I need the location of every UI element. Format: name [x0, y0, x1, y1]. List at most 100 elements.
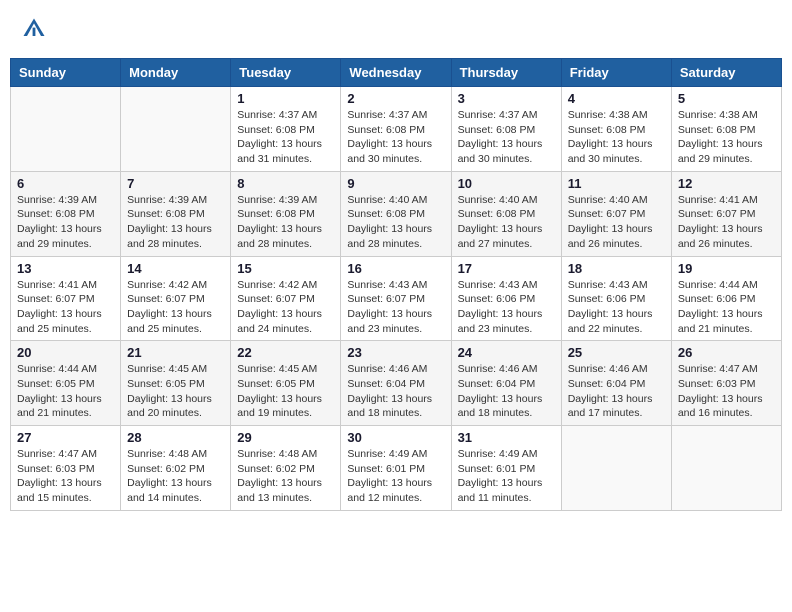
calendar-day: 9 Sunrise: 4:40 AM Sunset: 6:08 PM Daylig…: [341, 171, 451, 256]
day-info: Sunrise: 4:43 AM Sunset: 6:06 PM Dayligh…: [458, 278, 555, 337]
calendar-day: 25 Sunrise: 4:46 AM Sunset: 6:04 PM Dayli…: [561, 341, 671, 426]
day-info: Sunrise: 4:44 AM Sunset: 6:05 PM Dayligh…: [17, 362, 114, 421]
day-number: 26: [678, 345, 775, 360]
weekday-header-friday: Friday: [561, 59, 671, 87]
calendar-day: 22 Sunrise: 4:45 AM Sunset: 6:05 PM Dayli…: [231, 341, 341, 426]
weekday-header-row: SundayMondayTuesdayWednesdayThursdayFrid…: [11, 59, 782, 87]
day-number: 18: [568, 261, 665, 276]
day-info: Sunrise: 4:41 AM Sunset: 6:07 PM Dayligh…: [17, 278, 114, 337]
day-info: Sunrise: 4:49 AM Sunset: 6:01 PM Dayligh…: [458, 447, 555, 506]
day-info: Sunrise: 4:46 AM Sunset: 6:04 PM Dayligh…: [458, 362, 555, 421]
day-info: Sunrise: 4:47 AM Sunset: 6:03 PM Dayligh…: [17, 447, 114, 506]
day-info: Sunrise: 4:43 AM Sunset: 6:06 PM Dayligh…: [568, 278, 665, 337]
calendar-day: 11 Sunrise: 4:40 AM Sunset: 6:07 PM Dayli…: [561, 171, 671, 256]
day-number: 15: [237, 261, 334, 276]
day-number: 11: [568, 176, 665, 191]
weekday-header-monday: Monday: [121, 59, 231, 87]
calendar-day: 1 Sunrise: 4:37 AM Sunset: 6:08 PM Daylig…: [231, 87, 341, 172]
logo-icon: [20, 15, 48, 43]
day-info: Sunrise: 4:45 AM Sunset: 6:05 PM Dayligh…: [237, 362, 334, 421]
day-info: Sunrise: 4:39 AM Sunset: 6:08 PM Dayligh…: [127, 193, 224, 252]
day-info: Sunrise: 4:47 AM Sunset: 6:03 PM Dayligh…: [678, 362, 775, 421]
day-info: Sunrise: 4:40 AM Sunset: 6:07 PM Dayligh…: [568, 193, 665, 252]
calendar-day: 13 Sunrise: 4:41 AM Sunset: 6:07 PM Dayli…: [11, 256, 121, 341]
day-number: 28: [127, 430, 224, 445]
calendar-day: 18 Sunrise: 4:43 AM Sunset: 6:06 PM Dayli…: [561, 256, 671, 341]
calendar-day: 4Sunrise: 4:38 AM Sunset: 6:08 PM Daylig…: [561, 87, 671, 172]
calendar-day: 21 Sunrise: 4:45 AM Sunset: 6:05 PM Dayli…: [121, 341, 231, 426]
calendar-day: [671, 426, 781, 511]
calendar-day: 3Sunrise: 4:37 AM Sunset: 6:08 PM Daylig…: [451, 87, 561, 172]
day-number: 29: [237, 430, 334, 445]
day-number: 19: [678, 261, 775, 276]
calendar-week-3: 13 Sunrise: 4:41 AM Sunset: 6:07 PM Dayli…: [11, 256, 782, 341]
day-info: Sunrise: 4:42 AM Sunset: 6:07 PM Dayligh…: [127, 278, 224, 337]
day-number: 7: [127, 176, 224, 191]
day-info: Sunrise: 4:38 AM Sunset: 6:08 PM Dayligh…: [678, 108, 775, 167]
day-info: Sunrise: 4:48 AM Sunset: 6:02 PM Dayligh…: [127, 447, 224, 506]
calendar-day: 14 Sunrise: 4:42 AM Sunset: 6:07 PM Dayli…: [121, 256, 231, 341]
day-number: 8: [237, 176, 334, 191]
day-info: Sunrise: 4:40 AM Sunset: 6:08 PM Dayligh…: [458, 193, 555, 252]
weekday-header-sunday: Sunday: [11, 59, 121, 87]
calendar-day: 19Sunrise: 4:44 AM Sunset: 6:06 PM Dayli…: [671, 256, 781, 341]
day-info: Sunrise: 4:45 AM Sunset: 6:05 PM Dayligh…: [127, 362, 224, 421]
day-number: 25: [568, 345, 665, 360]
day-info: Sunrise: 4:49 AM Sunset: 6:01 PM Dayligh…: [347, 447, 444, 506]
day-number: 24: [458, 345, 555, 360]
day-number: 12: [678, 176, 775, 191]
calendar-day: 15 Sunrise: 4:42 AM Sunset: 6:07 PM Dayli…: [231, 256, 341, 341]
calendar-day: 28 Sunrise: 4:48 AM Sunset: 6:02 PM Dayli…: [121, 426, 231, 511]
calendar-day: [561, 426, 671, 511]
day-number: 31: [458, 430, 555, 445]
calendar-day: 26 Sunrise: 4:47 AM Sunset: 6:03 PM Dayli…: [671, 341, 781, 426]
day-number: 14: [127, 261, 224, 276]
calendar-day: 6 Sunrise: 4:39 AM Sunset: 6:08 PM Daylig…: [11, 171, 121, 256]
day-number: 13: [17, 261, 114, 276]
calendar-day: 30 Sunrise: 4:49 AM Sunset: 6:01 PM Dayli…: [341, 426, 451, 511]
calendar-day: 5 Sunrise: 4:38 AM Sunset: 6:08 PM Daylig…: [671, 87, 781, 172]
weekday-header-saturday: Saturday: [671, 59, 781, 87]
day-info: Sunrise: 4:42 AM Sunset: 6:07 PM Dayligh…: [237, 278, 334, 337]
logo: [20, 15, 53, 43]
calendar-day: 17Sunrise: 4:43 AM Sunset: 6:06 PM Dayli…: [451, 256, 561, 341]
calendar-day: 10 Sunrise: 4:40 AM Sunset: 6:08 PM Dayli…: [451, 171, 561, 256]
day-info: Sunrise: 4:43 AM Sunset: 6:07 PM Dayligh…: [347, 278, 444, 337]
day-info: Sunrise: 4:39 AM Sunset: 6:08 PM Dayligh…: [237, 193, 334, 252]
calendar-week-5: 27 Sunrise: 4:47 AM Sunset: 6:03 PM Dayli…: [11, 426, 782, 511]
weekday-header-tuesday: Tuesday: [231, 59, 341, 87]
calendar-week-1: 1 Sunrise: 4:37 AM Sunset: 6:08 PM Daylig…: [11, 87, 782, 172]
calendar-header: SundayMondayTuesdayWednesdayThursdayFrid…: [11, 59, 782, 87]
calendar-day: 29 Sunrise: 4:48 AM Sunset: 6:02 PM Dayli…: [231, 426, 341, 511]
day-number: 22: [237, 345, 334, 360]
calendar-day: 24 Sunrise: 4:46 AM Sunset: 6:04 PM Dayli…: [451, 341, 561, 426]
day-number: 1: [237, 91, 334, 106]
day-number: 21: [127, 345, 224, 360]
day-info: Sunrise: 4:41 AM Sunset: 6:07 PM Dayligh…: [678, 193, 775, 252]
day-number: 4: [568, 91, 665, 106]
day-number: 30: [347, 430, 444, 445]
day-info: Sunrise: 4:39 AM Sunset: 6:08 PM Dayligh…: [17, 193, 114, 252]
calendar-day: 8 Sunrise: 4:39 AM Sunset: 6:08 PM Daylig…: [231, 171, 341, 256]
day-number: 27: [17, 430, 114, 445]
day-info: Sunrise: 4:37 AM Sunset: 6:08 PM Dayligh…: [237, 108, 334, 167]
day-number: 9: [347, 176, 444, 191]
day-info: Sunrise: 4:40 AM Sunset: 6:08 PM Dayligh…: [347, 193, 444, 252]
calendar-day: 31 Sunrise: 4:49 AM Sunset: 6:01 PM Dayli…: [451, 426, 561, 511]
day-info: Sunrise: 4:46 AM Sunset: 6:04 PM Dayligh…: [568, 362, 665, 421]
day-number: 10: [458, 176, 555, 191]
day-number: 2: [347, 91, 444, 106]
weekday-header-wednesday: Wednesday: [341, 59, 451, 87]
calendar-day: 12 Sunrise: 4:41 AM Sunset: 6:07 PM Dayli…: [671, 171, 781, 256]
day-number: 16: [347, 261, 444, 276]
day-number: 5: [678, 91, 775, 106]
calendar-week-4: 20 Sunrise: 4:44 AM Sunset: 6:05 PM Dayli…: [11, 341, 782, 426]
day-number: 6: [17, 176, 114, 191]
day-number: 20: [17, 345, 114, 360]
day-info: Sunrise: 4:48 AM Sunset: 6:02 PM Dayligh…: [237, 447, 334, 506]
calendar-day: 23Sunrise: 4:46 AM Sunset: 6:04 PM Dayli…: [341, 341, 451, 426]
day-info: Sunrise: 4:37 AM Sunset: 6:08 PM Dayligh…: [347, 108, 444, 167]
day-number: 3: [458, 91, 555, 106]
page-header: [10, 10, 782, 48]
calendar-day: [11, 87, 121, 172]
